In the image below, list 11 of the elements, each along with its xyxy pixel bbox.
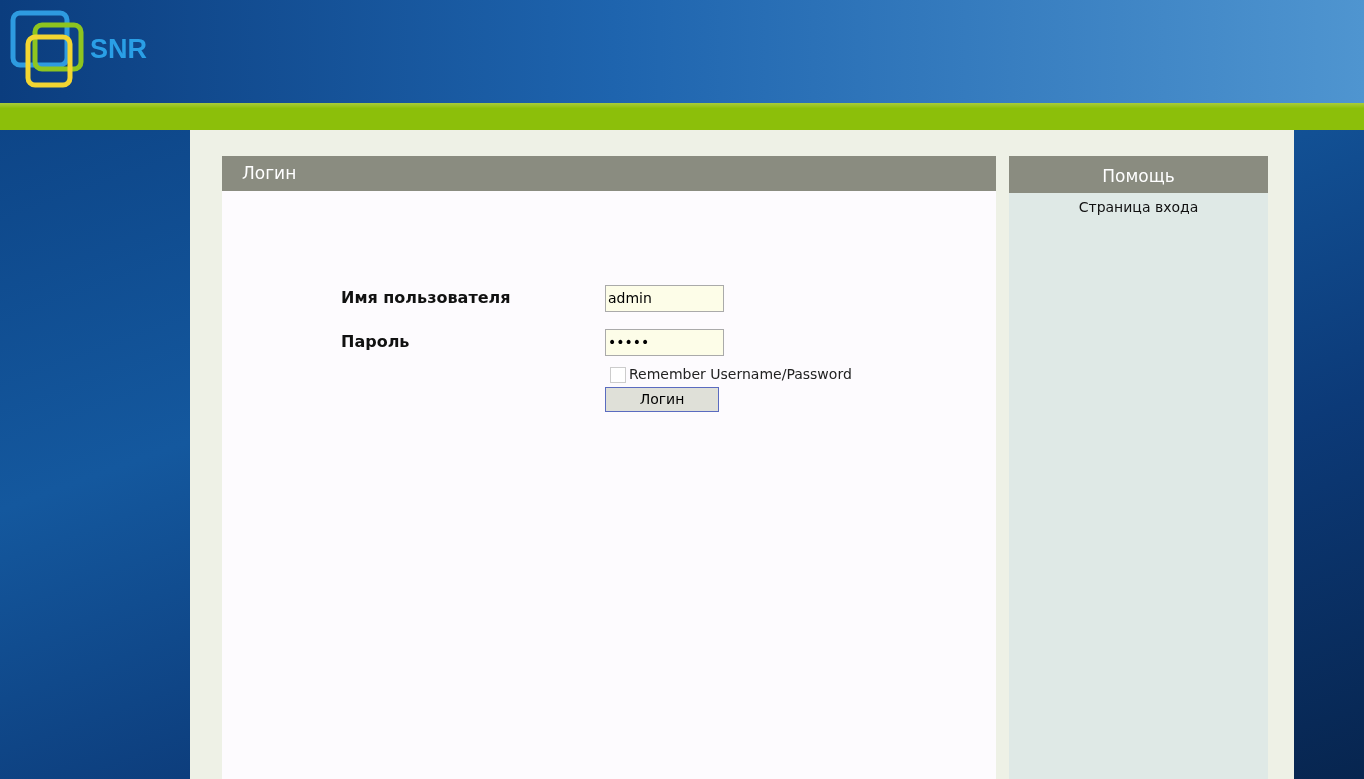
login-button[interactable]: Логин xyxy=(605,387,719,412)
checkbox-label: Remember Username/Password xyxy=(629,365,852,384)
field-label: Пароль xyxy=(341,331,411,353)
username-field[interactable]: admin xyxy=(605,284,724,312)
field-label: Имя пользователя xyxy=(341,287,512,309)
panel-title: Помощь xyxy=(1009,156,1268,193)
logo-text: SNR xyxy=(90,32,147,66)
help-text: Страница входа xyxy=(1077,198,1200,217)
remember-checkbox[interactable] xyxy=(610,366,626,383)
password-field[interactable]: ••••• xyxy=(605,328,724,356)
panel-title: Логин xyxy=(222,156,996,191)
